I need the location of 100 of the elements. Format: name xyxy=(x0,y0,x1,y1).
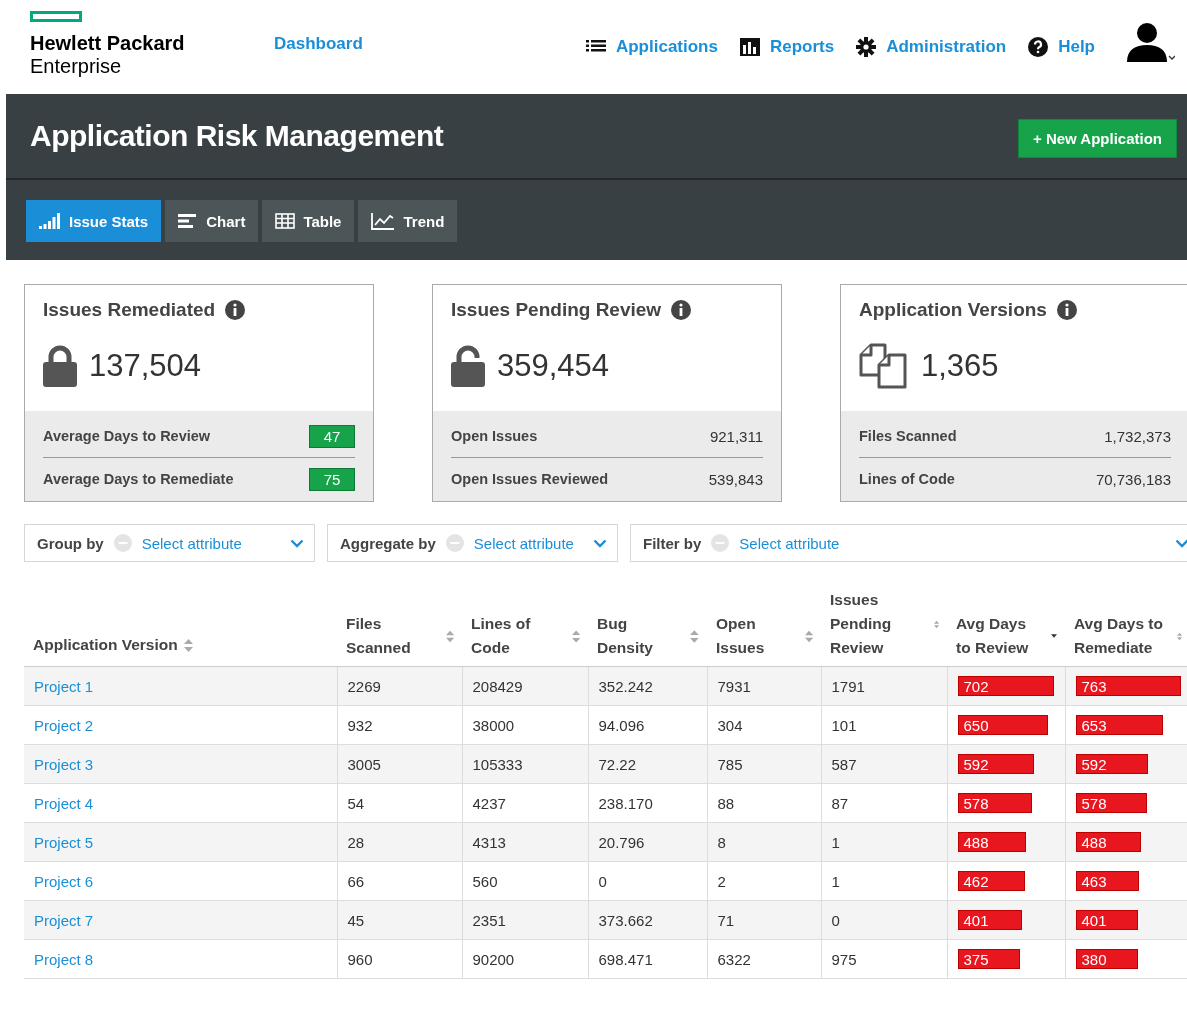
dropdown-placeholder: Select attribute xyxy=(739,534,840,552)
line-chart-icon xyxy=(371,212,396,230)
column-header[interactable]: Application Version xyxy=(33,633,178,657)
project-link[interactable]: Project 3 xyxy=(34,755,94,773)
table-cell: 72.22 xyxy=(598,755,637,773)
attribute-dropdown[interactable]: Group by Select attribute xyxy=(24,524,315,562)
bar-value: 488 xyxy=(1081,834,1107,851)
nav-link[interactable]: Applications xyxy=(585,37,718,57)
chevron-down-icon xyxy=(290,538,304,548)
table-cell: 3005 xyxy=(347,755,381,773)
view-tab[interactable]: Chart xyxy=(165,200,259,242)
dropdown-label: Filter by xyxy=(643,534,702,552)
logo-rectangle-icon xyxy=(30,11,82,22)
dropdown-placeholder: Select attribute xyxy=(141,534,242,552)
sort-icon[interactable] xyxy=(445,629,454,643)
table-cell: 560 xyxy=(472,872,498,890)
info-icon[interactable] xyxy=(225,300,246,320)
nav-link[interactable]: Help xyxy=(1028,37,1095,57)
project-link[interactable]: Project 7 xyxy=(34,911,94,929)
attribute-dropdown[interactable]: Filter by Select attribute xyxy=(630,524,1187,562)
bar-value: 488 xyxy=(963,834,989,851)
table-cell: 352.242 xyxy=(598,677,653,695)
bar-value: 401 xyxy=(963,912,989,929)
chevron-down-icon xyxy=(1175,538,1187,548)
bar-value: 401 xyxy=(1081,912,1107,929)
settings-icon xyxy=(856,37,877,57)
project-link[interactable]: Project 6 xyxy=(34,872,94,890)
dropdown-label: Group by xyxy=(37,534,104,552)
table-cell: 1 xyxy=(831,872,840,890)
table-cell: 304 xyxy=(717,716,743,734)
dropdown-placeholder: Select attribute xyxy=(473,534,574,552)
stat-badge: 75 xyxy=(309,467,355,491)
chevron-down-icon xyxy=(593,538,607,548)
table-cell: 7931 xyxy=(717,677,751,695)
bar-chart-icon xyxy=(739,38,760,56)
column-header[interactable]: Avg Days to Review xyxy=(956,612,1045,660)
table-cell: 20.796 xyxy=(598,833,645,851)
project-link[interactable]: Project 5 xyxy=(34,833,94,851)
info-icon[interactable] xyxy=(1056,300,1077,320)
sort-descending-icon[interactable] xyxy=(1050,633,1057,639)
view-tab[interactable]: Table xyxy=(262,200,355,242)
sort-icon[interactable] xyxy=(571,629,580,643)
table-cell: 94.096 xyxy=(598,716,645,734)
table-cell: 932 xyxy=(347,716,373,734)
bar-value: 650 xyxy=(963,717,989,734)
attribute-dropdown[interactable]: Aggregate by Select attribute xyxy=(327,524,618,562)
page-title: Application Risk Management xyxy=(30,119,444,153)
table-cell: 101 xyxy=(831,716,857,734)
stat-label: Files Scanned xyxy=(859,428,957,444)
table-cell: 975 xyxy=(831,950,857,968)
stat-label: Average Days to Remediate xyxy=(43,471,234,487)
sort-icon[interactable] xyxy=(804,629,813,643)
dashboard-link[interactable]: Dashboard xyxy=(274,34,363,54)
bar-value: 578 xyxy=(963,795,989,812)
project-link[interactable]: Project 8 xyxy=(34,950,94,968)
project-link[interactable]: Project 1 xyxy=(34,677,94,695)
column-header[interactable]: Issues Pending Review xyxy=(830,588,928,660)
stat-label: Lines of Code xyxy=(859,471,955,487)
signal-bars-icon xyxy=(39,213,61,229)
documents-icon xyxy=(859,343,909,389)
column-header[interactable]: Bug Density xyxy=(597,612,685,660)
table-cell: 238.170 xyxy=(598,794,653,812)
nav-link[interactable]: Reports xyxy=(739,37,835,57)
lock-icon xyxy=(43,345,77,387)
table-cell: 373.662 xyxy=(598,911,653,929)
horizontal-bars-icon xyxy=(178,214,199,228)
nav-link[interactable]: Administration xyxy=(856,37,1007,57)
minus-circle-icon xyxy=(711,534,730,552)
stat-value: 137,504 xyxy=(89,348,202,384)
sort-icon[interactable] xyxy=(183,638,193,652)
table-cell: 71 xyxy=(717,911,735,929)
logo-subname: Enterprise xyxy=(30,54,123,78)
table-cell: 1 xyxy=(831,833,840,851)
table-cell: 54 xyxy=(347,794,365,812)
project-link[interactable]: Project 4 xyxy=(34,794,94,812)
bar-value: 763 xyxy=(1081,678,1107,695)
card-title: Issues Pending Review xyxy=(451,299,662,321)
column-header[interactable]: Lines of Code xyxy=(471,612,566,660)
table-cell: 2 xyxy=(717,872,726,890)
bar-value: 462 xyxy=(963,873,989,890)
bar-value: 592 xyxy=(1081,756,1107,773)
table-cell: 698.471 xyxy=(598,950,653,968)
view-tab[interactable]: Issue Stats xyxy=(26,200,162,242)
table-cell: 2351 xyxy=(472,911,506,929)
column-header[interactable]: Files Scanned xyxy=(346,612,440,660)
list-icon xyxy=(585,39,606,55)
project-link[interactable]: Project 2 xyxy=(34,716,94,734)
table-cell: 45 xyxy=(347,911,365,929)
table-cell: 0 xyxy=(598,872,607,890)
column-header[interactable]: Avg Days to Remediate xyxy=(1074,612,1171,660)
column-header[interactable]: Open Issues xyxy=(716,612,799,660)
table-cell: 90200 xyxy=(472,950,515,968)
table-cell: 0 xyxy=(831,911,840,929)
view-tab[interactable]: Trend xyxy=(358,200,458,242)
new-application-button[interactable]: + New Application xyxy=(1017,118,1177,158)
sort-icon[interactable] xyxy=(690,629,699,643)
info-icon[interactable] xyxy=(671,300,692,320)
bar-value: 380 xyxy=(1081,951,1107,968)
stat-value: 1,732,373 xyxy=(1104,427,1171,445)
table-cell: 4313 xyxy=(472,833,506,851)
